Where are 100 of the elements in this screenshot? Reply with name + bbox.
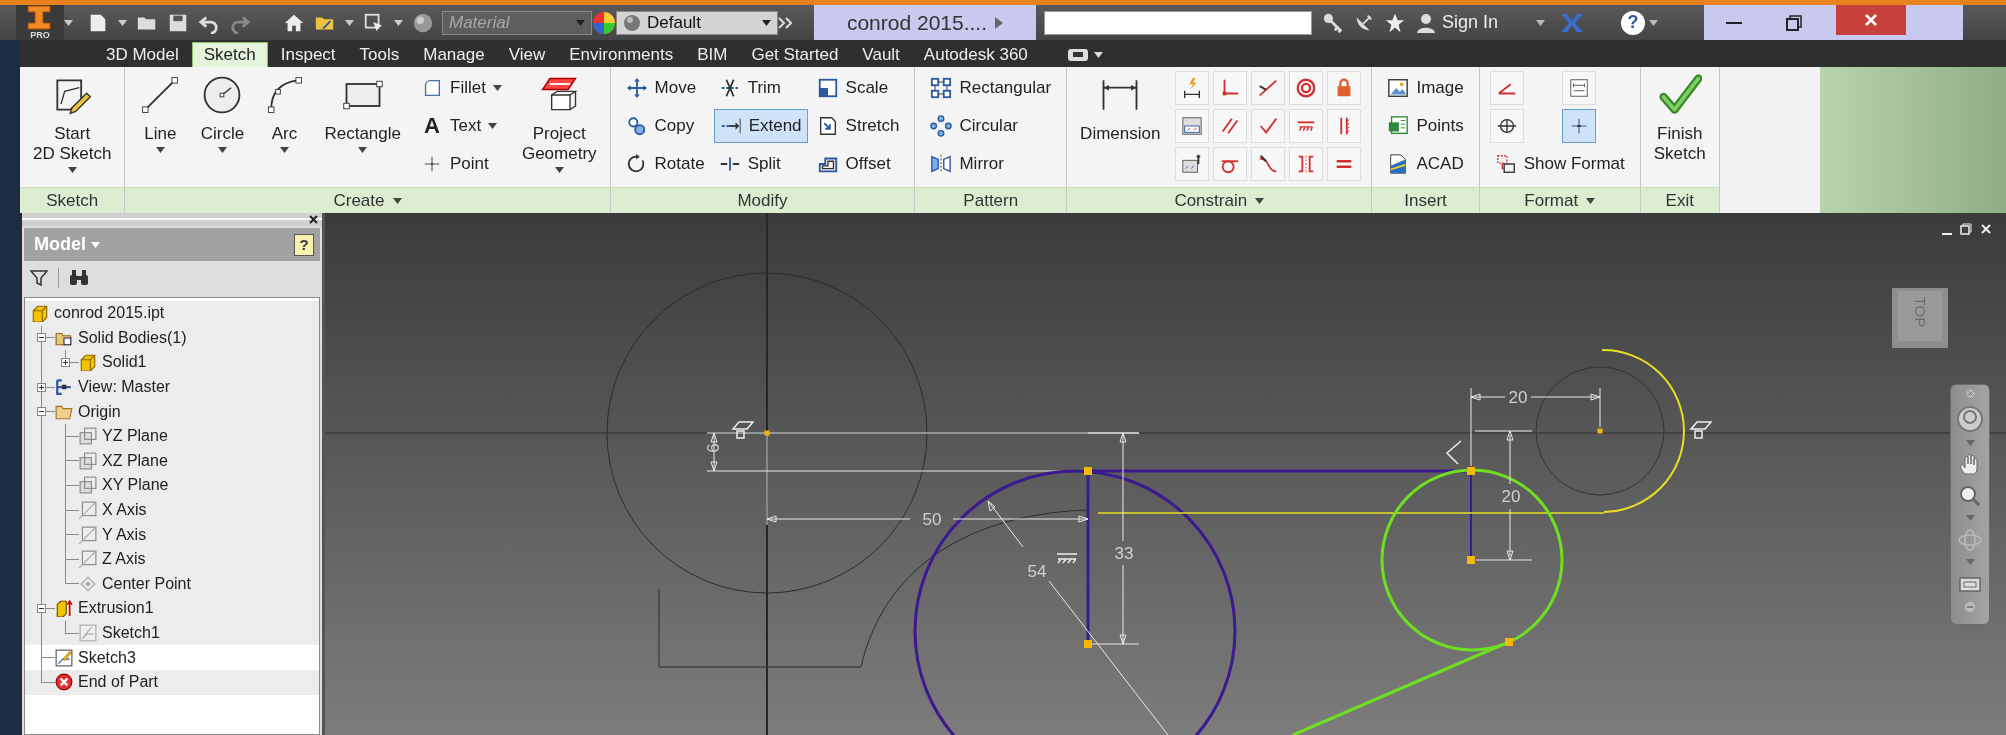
ribbon-button[interactable]: Finish Sketch	[1646, 67, 1713, 188]
ribbon-tab[interactable]: 3D Model	[95, 43, 190, 67]
dimension-value[interactable]: 54	[1027, 562, 1047, 581]
ribbon-tool-button[interactable]: Fillet	[416, 71, 507, 106]
select-icon[interactable]	[363, 11, 385, 34]
filter-icon[interactable]	[30, 269, 48, 287]
ribbon-button[interactable]: Rectangle	[317, 67, 408, 188]
ribbon-button[interactable]: Project Geometry	[514, 67, 604, 188]
panel-menu-button[interactable]: Format	[1479, 187, 1640, 213]
tree-row[interactable]: Z Axis	[25, 546, 319, 572]
ribbon-tool-button[interactable]: Extend	[713, 109, 808, 144]
tree-row[interactable]: YZ Plane	[25, 423, 319, 449]
ribbon-button[interactable]: Line	[131, 67, 190, 188]
collapse-toggle-icon[interactable]	[37, 603, 46, 613]
tree-row[interactable]: Extrusion1	[25, 596, 319, 621]
tree-row[interactable]: Solid1	[25, 350, 319, 375]
dimension-line[interactable]	[1470, 387, 1601, 467]
dimension-line[interactable]	[1474, 430, 1533, 561]
ribbon-tab[interactable]: Tools	[348, 43, 411, 67]
ribbon-button[interactable]: Dimension	[1073, 67, 1168, 188]
ribbon-tool-button[interactable]: Image	[1382, 71, 1469, 106]
zoom-icon[interactable]	[1958, 484, 1982, 508]
caret-icon	[762, 19, 771, 26]
tree-row[interactable]: View: Master	[25, 374, 319, 400]
ribbon-tool-button[interactable]: Point	[416, 147, 507, 182]
overflow-chevron-icon[interactable]	[778, 16, 792, 29]
close-icon[interactable]	[309, 215, 318, 224]
help-button[interactable]: ?	[294, 233, 314, 256]
tree-row[interactable]: Solid Bodies(1)	[25, 325, 319, 351]
tree-item-label: YZ Plane	[102, 427, 168, 446]
ribbon-tool-button[interactable]: A Text	[416, 109, 507, 144]
tree-item-label: Sketch1	[102, 624, 160, 642]
tree-row[interactable]: X Axis	[25, 497, 319, 523]
expand-toggle-icon[interactable]	[61, 358, 70, 367]
ribbon-tab[interactable]: Autodesk 360	[912, 43, 1039, 67]
ribbon-button[interactable]: Circle	[193, 67, 252, 188]
ribbon-tool-button[interactable]: Split	[713, 147, 808, 182]
ribbon-tool-button[interactable]: Show Format	[1489, 147, 1630, 182]
dimension-value[interactable]: 33	[1114, 544, 1134, 563]
ribbon-tool-button[interactable]: Scale	[811, 71, 905, 106]
steering-wheel-icon[interactable]	[1956, 405, 1984, 433]
ribbon-tool-button[interactable]: Rectangular	[925, 71, 1057, 106]
ribbon-tab[interactable]: Get Started	[740, 43, 850, 67]
dimension-value[interactable]: 20	[1501, 487, 1521, 506]
caret-icon	[1255, 197, 1265, 204]
ribbon-tab[interactable]: Sketch	[191, 42, 268, 67]
ribbon-tab[interactable]: BIM	[686, 43, 739, 67]
ribbon-tab[interactable]: Manage	[412, 43, 496, 67]
close-button[interactable]	[1836, 5, 1907, 35]
ribbon-tool-button[interactable]: Copy	[620, 109, 710, 144]
binoculars-icon[interactable]	[69, 269, 89, 287]
dimension-value[interactable]: 50	[922, 510, 942, 529]
help-button[interactable]: ?	[1621, 10, 1646, 35]
collapse-toggle-icon[interactable]	[37, 407, 46, 417]
plane-glyph-icon	[1689, 421, 1713, 439]
dimension-line[interactable]	[1087, 432, 1140, 645]
tree-row[interactable]: End of Part	[25, 669, 319, 695]
ribbon-tool-button[interactable]: Offset	[811, 147, 905, 182]
mirror-icon	[930, 153, 953, 176]
caret-icon	[576, 19, 585, 26]
ribbon-tool-button[interactable]: Move	[620, 71, 710, 106]
sketch-point[interactable]	[764, 430, 770, 436]
ribbon-button[interactable]: Arc	[255, 67, 314, 188]
projected-arc[interactable]	[1601, 349, 1685, 513]
dimension-value[interactable]: 6	[704, 443, 723, 453]
sign-in-button[interactable]: Sign In	[1416, 11, 1499, 34]
appearance-sphere-icon[interactable]	[412, 11, 434, 34]
ribbon-tab[interactable]: Environments	[558, 43, 685, 67]
expand-arrow-icon[interactable]	[995, 16, 1004, 29]
tree-row[interactable]: Y Axis	[25, 522, 319, 547]
ribbon-tool-button[interactable]: ACAD	[1382, 147, 1469, 182]
tree-row[interactable]: conrod 2015.ipt	[25, 301, 319, 326]
ribbon-tool-button[interactable]: Mirror	[925, 147, 1057, 182]
ribbon-tab[interactable]: View	[497, 43, 557, 67]
panel-menu-button[interactable]: Constrain	[1067, 187, 1372, 213]
search-field[interactable]	[1044, 10, 1312, 35]
key-icon[interactable]	[1322, 11, 1344, 34]
appearance-dropdown[interactable]: Default	[616, 10, 778, 35]
sketch-point[interactable]	[1597, 428, 1603, 434]
dimension-value[interactable]: 20	[1508, 388, 1528, 407]
ribbon-tab[interactable]: Vault	[851, 43, 911, 67]
tree-row[interactable]: Sketch1	[25, 620, 319, 646]
color-wheel-icon[interactable]	[592, 10, 616, 35]
application-menu-button[interactable]: PRO	[16, 5, 64, 40]
collapse-toggle-icon[interactable]	[37, 333, 46, 343]
ribbon-tab[interactable]: Inspect	[269, 43, 347, 67]
tree-row[interactable]: Origin	[25, 399, 319, 424]
ribbon-tool-button[interactable]: Points	[1382, 109, 1469, 144]
tree-row[interactable]: XY Plane	[25, 473, 319, 498]
expand-toggle-icon[interactable]	[37, 382, 46, 392]
panel-menu-button[interactable]: Create	[125, 187, 610, 213]
tree-row[interactable]: XZ Plane	[25, 448, 319, 474]
ribbon-button[interactable]: Start 2D Sketch	[26, 67, 119, 188]
dimension-line[interactable]	[766, 515, 1089, 523]
ribbon-tool-button[interactable]: Rotate	[620, 147, 710, 182]
ribbon-tool-button[interactable]: Circular	[925, 109, 1057, 144]
ribbon-tool-button[interactable]: Trim	[713, 71, 808, 106]
tree-row[interactable]: Center Point	[25, 571, 319, 597]
ribbon-tool-button[interactable]: Stretch	[811, 109, 905, 144]
restore-icon[interactable]	[1960, 223, 1972, 235]
